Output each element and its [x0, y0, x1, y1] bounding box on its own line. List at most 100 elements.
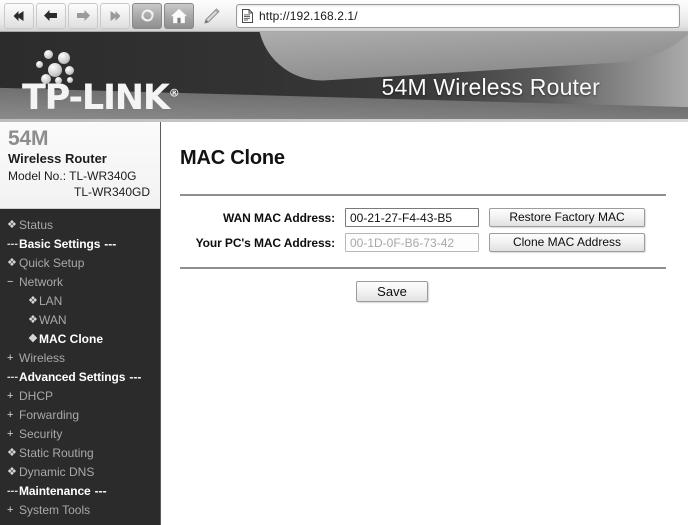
clone-mac-address-button[interactable]: Clone MAC Address	[489, 233, 645, 252]
sidebar: 54M Wireless Router Model No.: TL-WR340G…	[0, 122, 161, 525]
model-number-2: TL-WR340GD	[73, 184, 150, 199]
double-right-arrow-icon	[107, 10, 123, 22]
sidebar-model: Model No.: TL-WR340G TL-WR340GD	[8, 169, 152, 200]
brand-name: TP-LINK	[22, 78, 170, 118]
field-label: WAN MAC Address:	[223, 210, 335, 225]
forward-button[interactable]	[68, 2, 98, 29]
sidebar-item-network[interactable]: − Network	[0, 273, 160, 292]
back-all-button[interactable]	[4, 2, 34, 29]
sidebar-item-wan[interactable]: ❖ WAN	[0, 311, 160, 330]
reload-button[interactable]	[132, 2, 162, 29]
save-button[interactable]: Save	[356, 281, 428, 302]
sidebar-item-label: DHCP	[19, 389, 54, 404]
main-content: MAC Clone WAN MAC Address: Restore Factor…	[162, 122, 688, 525]
sidebar-item-system-tools[interactable]: + System Tools	[0, 501, 160, 520]
sidebar-item-label: Advanced Settings	[19, 370, 126, 385]
sidebar-item-label: WAN	[39, 313, 67, 328]
save-row: Save	[162, 281, 688, 302]
sidebar-item-forwarding[interactable]: + Forwarding	[0, 406, 160, 425]
sidebar-item-lan[interactable]: ❖ LAN	[0, 292, 160, 311]
form-divider	[180, 267, 666, 269]
pc-mac-address-input	[345, 233, 479, 252]
registered-mark: ®	[168, 86, 180, 100]
browser-toolbar: http://192.168.2.1/	[0, 0, 688, 32]
mac-clone-form: WAN MAC Address: Restore Factory MAC Your …	[162, 208, 688, 252]
sidebar-item-marker: ---	[7, 371, 18, 384]
restore-factory-mac-button[interactable]: Restore Factory MAC	[489, 208, 645, 227]
sidebar-item-marker: ---	[7, 485, 18, 498]
sidebar-item-marker: +	[7, 390, 14, 403]
title-divider	[180, 194, 666, 196]
sidebar-item-label: Dynamic DNS	[19, 465, 95, 480]
sidebar-item-label: Basic Settings	[19, 237, 101, 252]
sidebar-item-label: MAC Clone	[39, 332, 103, 347]
sidebar-item-label: Wireless	[19, 351, 66, 366]
sidebar-item-status[interactable]: ❖ Status	[0, 216, 160, 235]
edit-button[interactable]	[196, 3, 226, 29]
sidebar-item-basic-settings: --- Basic Settings ---	[0, 235, 160, 254]
sidebar-menu: ❖ Status --- Basic Settings --- ❖ Quick Setup −…	[0, 209, 160, 520]
back-button[interactable]	[36, 2, 66, 29]
sidebar-section-suffix: ---	[104, 237, 117, 252]
product-title: 54M Wireless Router	[381, 74, 600, 100]
page-title: MAC Clone	[180, 147, 285, 169]
wan-mac-address-input[interactable]	[345, 208, 479, 227]
sidebar-section-suffix: ---	[94, 484, 107, 499]
sidebar-item-security[interactable]: + Security	[0, 425, 160, 444]
form-row: Your PC's MAC Address: Clone MAC Address	[162, 233, 688, 252]
sidebar-item-label: Status	[19, 218, 54, 233]
model-number-1: TL-WR340G	[69, 169, 137, 184]
sidebar-item-dynamic-dns[interactable]: ❖ Dynamic DNS	[0, 463, 160, 482]
router-admin-page: http://192.168.2.1/ TP-LINK® 54M Wireles…	[0, 0, 688, 525]
home-button[interactable]	[164, 2, 194, 29]
sidebar-item-marker: +	[7, 409, 14, 422]
sidebar-item-quick-setup[interactable]: ❖ Quick Setup	[0, 254, 160, 273]
sidebar-item-mac-clone[interactable]: ❖ MAC Clone	[0, 330, 160, 349]
sidebar-item-label: Forwarding	[19, 408, 80, 423]
sidebar-item-dhcp[interactable]: + DHCP	[0, 387, 160, 406]
sidebar-item-marker: ❖	[28, 295, 38, 308]
sidebar-item-label: LAN	[39, 294, 63, 309]
sidebar-item-marker: ❖	[7, 466, 17, 479]
sidebar-speed-label: 54M	[8, 127, 49, 150]
sidebar-item-label: System Tools	[19, 503, 91, 518]
sidebar-item-marker: +	[7, 504, 14, 517]
sidebar-item-label: Static Routing	[19, 446, 94, 461]
sidebar-item-marker: ---	[7, 238, 18, 251]
address-input[interactable]: http://192.168.2.1/	[259, 9, 358, 23]
left-arrow-icon	[43, 9, 59, 22]
brand-banner: TP-LINK® 54M Wireless Router	[0, 32, 688, 122]
right-arrow-icon	[75, 9, 91, 22]
sidebar-item-wireless[interactable]: + Wireless	[0, 349, 160, 368]
tp-link-wordmark: TP-LINK®	[22, 78, 180, 118]
forward-all-button[interactable]	[100, 2, 130, 29]
sidebar-item-static-routing[interactable]: ❖ Static Routing	[0, 444, 160, 463]
sidebar-item-marker: ❖	[7, 447, 17, 460]
address-bar[interactable]: http://192.168.2.1/	[236, 3, 680, 28]
model-label: Model No.:	[8, 169, 67, 184]
sidebar-item-maintenance: --- Maintenance ---	[0, 482, 160, 501]
sidebar-item-marker: ❖	[28, 333, 38, 346]
sidebar-item-marker: −	[7, 276, 14, 289]
sidebar-item-label: Network	[19, 275, 64, 290]
pencil-icon	[201, 7, 221, 25]
tp-link-logo: TP-LINK®	[22, 50, 180, 118]
sidebar-item-label: Maintenance	[19, 484, 91, 499]
refresh-icon	[139, 7, 156, 24]
sidebar-device-label: Wireless Router	[8, 151, 107, 167]
sidebar-item-label: Quick Setup	[19, 256, 85, 271]
sidebar-section-suffix: ---	[129, 370, 142, 385]
sidebar-item-advanced-settings: --- Advanced Settings ---	[0, 368, 160, 387]
sidebar-item-marker: ❖	[7, 257, 17, 270]
sidebar-item-marker: ❖	[28, 314, 38, 327]
sidebar-item-marker: ❖	[7, 219, 17, 232]
sidebar-item-marker: +	[7, 428, 14, 441]
field-label: Your PC's MAC Address:	[195, 235, 335, 250]
form-row: WAN MAC Address: Restore Factory MAC	[162, 208, 688, 227]
sidebar-item-marker: +	[7, 352, 14, 365]
sidebar-header: 54M Wireless Router Model No.: TL-WR340G…	[0, 122, 160, 210]
sidebar-item-label: Security	[19, 427, 63, 442]
double-left-arrow-icon	[11, 10, 27, 22]
page-document-icon	[242, 8, 253, 23]
home-icon	[170, 8, 188, 24]
